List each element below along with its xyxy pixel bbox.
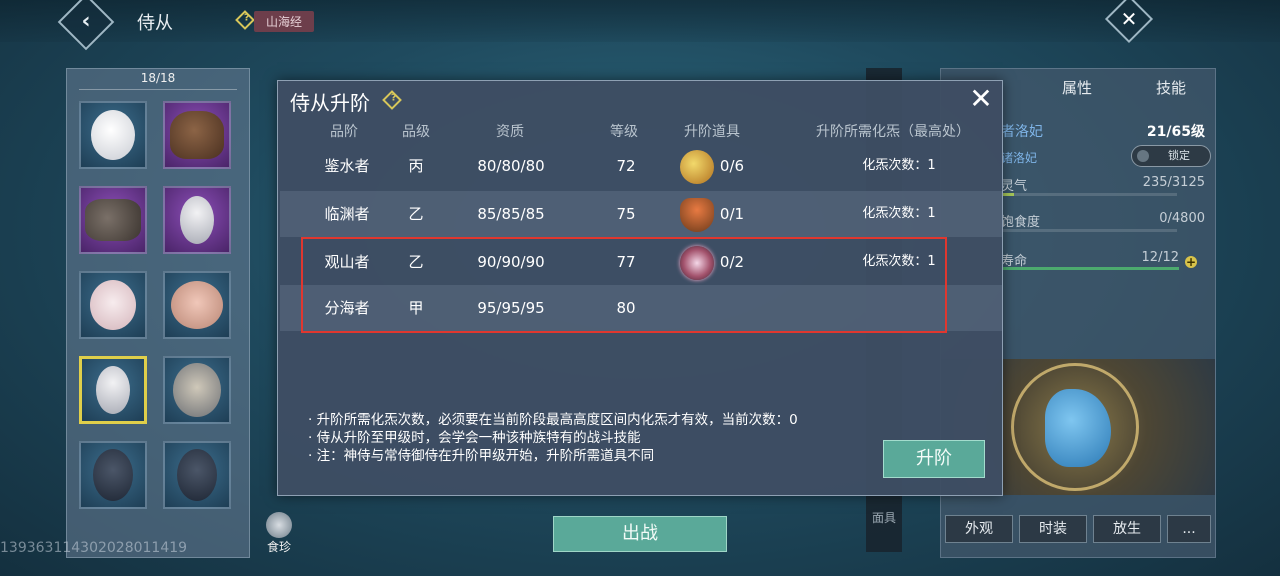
note-line: · 注：神侍与常侍御侍在升阶甲级开始，升阶所需道具不同 [308,448,655,464]
back-arrow-icon: ‹ [81,9,91,34]
cell-item-count: 0/1 [719,205,745,223]
companion-name: 者洛妃 21/65级 [1001,121,1205,141]
plus-icon[interactable]: + [1185,256,1197,268]
col-grade: 品级 [402,124,430,140]
cell-rank: 鉴水者 [324,157,370,175]
col-requirement: 升阶所需化炁（最高处） [816,124,970,140]
table-header: 品阶 品级 资质 等级 升阶道具 升阶所需化炁（最高处） [278,121,1002,141]
companion-portrait [171,281,223,329]
companion-portrait [173,363,221,417]
col-item: 升阶道具 [684,124,740,140]
stat-satiety: 饱食度 0/4800 [1001,211,1205,230]
notes: · 升阶所需化炁次数，必须要在当前阶段最高高度区间内化炁才有效，当前次数：0 ·… [308,411,798,465]
companion-dark-cat-2[interactable] [163,441,231,509]
companion-portrait [170,111,224,159]
col-aptitude: 资质 [496,124,524,140]
companion-level: 21/65级 [1146,124,1205,140]
lock-toggle[interactable]: 锁定 [1131,145,1211,167]
user-id-watermark: 1393631143020280114​19 [0,540,188,556]
companion-portrait [85,199,141,241]
companion-mouse[interactable] [163,271,231,339]
companion-count: 18/18 [140,71,176,85]
appearance-button[interactable]: 外观 [945,515,1013,543]
companion-dark-cat-1[interactable] [79,441,147,509]
highlight-box [301,237,947,333]
note-line: · 侍从升阶至甲级时，会学会一种该种族特有的战斗技能 [308,430,641,446]
companion-white-girl[interactable] [79,271,147,339]
companion-portrait [177,449,217,501]
stat-spirit: 灵气 235/3125 [1001,175,1205,194]
cell-item-count: 0/6 [719,157,745,175]
release-button[interactable]: 放生 [1093,515,1161,543]
cell-grade: 乙 [408,205,424,223]
note-line: · 升阶所需化炁次数，必须要在当前阶段最高高度区间内化炁才有效，当前次数：0 [308,412,798,428]
companion-ghost-cat-selected[interactable] [79,356,147,424]
col-rank: 品阶 [330,124,358,140]
cell-grade: 丙 [408,157,424,175]
stat-spirit-bar [1001,193,1177,196]
companion-portrait [93,449,133,501]
cell-level: 72 [616,157,636,175]
shizhen-button[interactable]: 食珍 [262,512,296,555]
close-icon[interactable]: ✕ [1104,0,1154,44]
companion-ghost-cat[interactable] [163,186,231,254]
food-icon [266,512,292,538]
tab-skills[interactable]: 技能 [1125,69,1217,107]
cell-level: 75 [616,205,636,223]
col-level: 等级 [610,124,638,140]
cell-rank: 临渊者 [324,205,370,223]
rank-up-dialog: 侍从升阶 ? ✕ 品阶 品级 资质 等级 升阶道具 升阶所需化炁（最高处） 鉴水… [277,80,1003,496]
tab-attributes[interactable]: 属性 [1031,69,1123,107]
shanhaijing-tag[interactable]: 山海经 [254,11,315,32]
page-title: 侍从 [137,13,173,34]
deploy-button[interactable]: 出战 [553,516,727,552]
companion-elf[interactable] [163,356,231,424]
companion-white-doll[interactable] [79,101,147,169]
upgrade-button[interactable]: 升阶 [883,440,985,478]
mask-button[interactable]: 面具 [866,509,902,526]
cell-aptitude: 80/80/80 [477,157,545,175]
companion-capybara[interactable] [163,101,231,169]
companion-portrait [91,110,135,160]
top-bar: ‹ 侍从 ? 山海经 ✕ [0,0,1280,51]
cell-requirement: 化炁次数：1 [862,158,936,173]
dialog-help-icon[interactable]: ? [382,90,402,110]
shizhen-label: 食珍 [266,540,291,554]
companion-portrait [96,366,130,414]
help-icon[interactable]: ? [235,10,255,30]
back-button[interactable]: ‹ [57,0,115,51]
stat-satiety-bar [1001,229,1177,232]
dialog-close-icon[interactable]: ✕ [966,85,996,115]
cell-aptitude: 85/85/85 [477,205,545,223]
cell-requirement: 化炁次数：1 [862,206,936,221]
dialog-title: 侍从升阶 [290,91,370,115]
companion-portrait [90,280,136,330]
fruit-icon[interactable] [680,150,714,184]
fashion-button[interactable]: 时装 [1019,515,1087,543]
companion-portrait [180,196,214,244]
more-button[interactable]: ... [1167,515,1211,543]
table-row: 临渊者 乙 85/85/85 75 0/1 化炁次数：1 [280,191,1002,237]
companion-list-panel: 18/18 [66,68,250,558]
table-row: 鉴水者 丙 80/80/80 72 0/6 化炁次数：1 [280,143,1002,189]
divider [79,89,237,90]
companion-rhino[interactable] [79,186,147,254]
bowl-icon[interactable] [680,198,714,232]
stat-lifespan-bar [1001,267,1179,270]
